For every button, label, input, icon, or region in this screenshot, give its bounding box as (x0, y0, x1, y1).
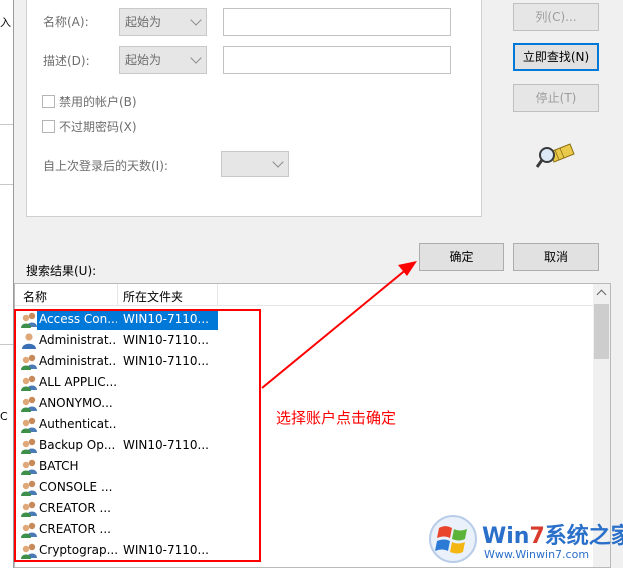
description-label: 描述(D): (43, 54, 90, 68)
list-item-name: CONSOLE ... (39, 480, 113, 494)
name-mode-value: 起始为 (125, 15, 162, 29)
list-item-folder: WIN10-7110... (123, 438, 209, 452)
chevron-down-icon (190, 52, 202, 64)
list-item-folder: WIN10-7110... (123, 312, 209, 326)
stop-button[interactable]: 停止(T) (513, 84, 599, 112)
list-item[interactable]: ALL APPLIC... (15, 372, 595, 393)
columns-button[interactable]: 列(C)... (513, 3, 599, 31)
description-mode-value: 起始为 (125, 53, 162, 67)
watermark-title: Win7系统之家 (482, 518, 623, 550)
checkbox-box (42, 120, 55, 133)
list-item[interactable]: BATCH (15, 456, 595, 477)
list-item-name: BATCH (39, 459, 79, 473)
background-divider (0, 344, 13, 345)
list-item-folder: WIN10-7110... (123, 354, 209, 368)
list-item-name: ALL APPLIC... (39, 375, 117, 389)
scroll-up-arrow-icon[interactable] (596, 289, 607, 300)
watermark-title-suffix: 系统之家 (544, 524, 623, 549)
chevron-down-icon (272, 156, 284, 168)
list-item-folder: WIN10-7110... (123, 333, 209, 347)
background-text-fragment: C (0, 410, 8, 423)
column-header-folder[interactable]: 所在文件夹 (123, 288, 183, 305)
list-item[interactable]: Backup Op... WIN10-7110... (15, 435, 595, 456)
search-results-label: 搜索结果(U): (26, 264, 97, 278)
group-icon (20, 500, 38, 517)
group-icon (20, 353, 38, 370)
description-input[interactable] (223, 46, 451, 74)
non-expiring-password-checkbox[interactable]: 不过期密码(X) (42, 118, 137, 135)
list-item-name: Cryptograp... (39, 543, 117, 557)
windows-logo-icon (429, 515, 477, 563)
user-icon (20, 332, 38, 349)
list-item[interactable]: Access Con... WIN10-7110... (15, 309, 595, 330)
list-item-name: ANONYMO... (39, 396, 113, 410)
scrollbar-thumb[interactable] (594, 304, 609, 359)
ok-button[interactable]: 确定 (419, 243, 504, 271)
watermark-title-seven: 7 (529, 524, 545, 549)
cancel-button[interactable]: 取消 (513, 243, 599, 271)
search-flashlight-icon (536, 143, 575, 168)
non-expiring-password-label: 不过期密码(X) (59, 120, 137, 134)
list-item-name: Administrat... (39, 333, 117, 347)
days-since-logon-select[interactable] (221, 151, 289, 177)
list-item-folder: WIN10-7110... (123, 543, 209, 557)
background-text-fragment: 入 (0, 16, 11, 29)
screenshot: 入 C 名称(A): 起始为 描述(D): 起始为 禁用的帐户(B) 不过期密码… (0, 0, 623, 568)
list-item-name: Administrat... (39, 354, 117, 368)
list-item-name: Authenticat... (39, 417, 117, 431)
find-now-button[interactable]: 立即查找(N) (513, 43, 599, 71)
list-item-name: CREATOR ... (39, 501, 111, 515)
list-item-name: Access Con... (39, 312, 117, 326)
disabled-accounts-label: 禁用的帐户(B) (59, 95, 137, 109)
name-mode-select[interactable]: 起始为 (119, 8, 207, 36)
group-icon (20, 416, 38, 433)
list-header: 名称 所在文件夹 (15, 284, 595, 306)
column-separator[interactable] (217, 284, 218, 306)
group-icon (20, 479, 38, 496)
background-divider (0, 124, 13, 125)
site-watermark: Win7系统之家 Www.Winwin7.com (428, 508, 623, 568)
group-icon (20, 458, 38, 475)
group-icon (20, 437, 38, 454)
description-mode-select[interactable]: 起始为 (119, 46, 207, 74)
annotation-text: 选择账户点击确定 (276, 409, 397, 427)
background-divider (0, 184, 13, 185)
days-since-logon-label: 自上次登录后的天数(I): (43, 159, 168, 173)
list-item-name: CREATOR ... (39, 522, 111, 536)
group-icon (20, 542, 38, 559)
background-window: 入 C (0, 0, 13, 568)
group-icon (20, 374, 38, 391)
name-label: 名称(A): (43, 15, 89, 29)
watermark-title-prefix: Win (482, 524, 530, 549)
list-item[interactable]: Administrat... WIN10-7110... (15, 330, 595, 351)
disabled-accounts-checkbox[interactable]: 禁用的帐户(B) (42, 93, 137, 110)
column-header-name[interactable]: 名称 (23, 288, 47, 305)
name-input[interactable] (223, 8, 451, 36)
group-icon (20, 311, 38, 328)
watermark-url: Www.Winwin7.com (484, 548, 590, 561)
column-separator[interactable] (117, 284, 118, 306)
list-item[interactable]: CONSOLE ... (15, 477, 595, 498)
group-icon (20, 395, 38, 412)
group-icon (20, 521, 38, 538)
list-item[interactable]: Administrat... WIN10-7110... (15, 351, 595, 372)
chevron-down-icon (190, 14, 202, 26)
checkbox-box (42, 95, 55, 108)
list-item-name: Backup Op... (39, 438, 116, 452)
